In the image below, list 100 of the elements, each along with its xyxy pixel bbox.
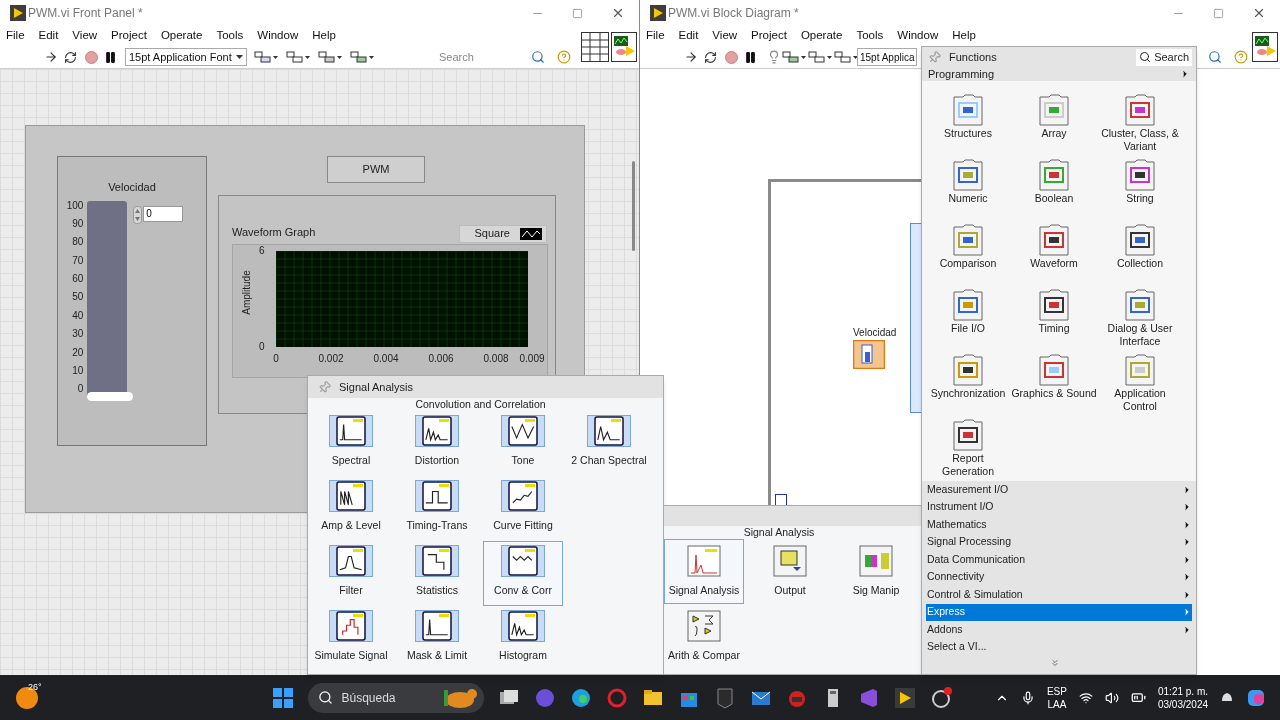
menu-item[interactable]: Help bbox=[312, 27, 336, 45]
language-indicator[interactable]: ESP LAA bbox=[1046, 684, 1067, 711]
assistant-icon[interactable] bbox=[1246, 687, 1266, 708]
slider-thumb[interactable] bbox=[87, 391, 134, 401]
abort-icon[interactable] bbox=[725, 50, 738, 64]
category-row[interactable]: Programming bbox=[922, 67, 1196, 81]
microphone-icon[interactable] bbox=[1020, 690, 1035, 705]
align-icon[interactable] bbox=[253, 50, 279, 64]
palette-item[interactable]: Timing bbox=[1011, 288, 1097, 353]
probe-icon[interactable] bbox=[781, 50, 807, 64]
pause-icon[interactable] bbox=[104, 50, 117, 64]
palette-item[interactable]: Tone bbox=[483, 411, 563, 476]
taskbar-search-field[interactable]: Búsqueda bbox=[308, 682, 485, 713]
palette-item[interactable]: Comparison bbox=[925, 223, 1011, 288]
palette-item[interactable]: Report Generation bbox=[925, 418, 1011, 483]
palette-item[interactable]: Statistics bbox=[397, 541, 477, 606]
menu-item[interactable]: Project bbox=[111, 27, 147, 45]
distribute-icon[interactable] bbox=[285, 50, 311, 64]
palette-item[interactable]: Amp & Level bbox=[311, 476, 391, 541]
menu-item[interactable]: Tools bbox=[856, 27, 884, 45]
clock[interactable]: 01:21 p. m. 03/03/2024 bbox=[1157, 684, 1208, 711]
connector-pane-icon[interactable] bbox=[581, 32, 609, 62]
search-field[interactable]: Search bbox=[433, 48, 525, 66]
run-continuously-icon[interactable] bbox=[704, 50, 717, 64]
search-icon[interactable] bbox=[531, 50, 545, 64]
numeric-display[interactable]: 0 bbox=[143, 205, 184, 222]
menu-item[interactable]: File bbox=[6, 27, 25, 45]
palette-item[interactable]: Graphics & Sound bbox=[1011, 353, 1097, 418]
menu-item[interactable]: Edit bbox=[678, 27, 699, 45]
palette-item[interactable]: Application Control bbox=[1097, 353, 1183, 418]
start-icon[interactable] bbox=[272, 686, 295, 709]
palette-item[interactable]: Arith & Compar bbox=[664, 604, 744, 669]
category-row[interactable]: Data Communication bbox=[926, 551, 1192, 569]
vi-icon[interactable] bbox=[611, 32, 637, 62]
close-icon[interactable] bbox=[611, 6, 625, 20]
battery-icon[interactable] bbox=[1130, 690, 1146, 705]
step-over-icon[interactable] bbox=[833, 50, 859, 64]
palette-item[interactable]: File I/O bbox=[925, 288, 1011, 353]
palette-item[interactable]: Numeric bbox=[925, 158, 1011, 223]
menu-item[interactable]: View bbox=[712, 27, 738, 45]
category-row[interactable]: Connectivity bbox=[926, 568, 1192, 586]
play-icon[interactable] bbox=[894, 686, 917, 709]
category-row[interactable]: Control & Simulation bbox=[926, 586, 1192, 604]
category-row[interactable]: Mathematics bbox=[926, 516, 1192, 534]
category-row[interactable]: Instrument I/O bbox=[926, 498, 1192, 516]
volume-icon[interactable] bbox=[1104, 690, 1119, 705]
resize-icon[interactable] bbox=[317, 50, 343, 64]
vi-icon[interactable] bbox=[1252, 32, 1278, 62]
menu-item[interactable]: Window bbox=[897, 27, 939, 45]
font-select[interactable]: 15pt Application Font bbox=[125, 48, 247, 66]
category-row[interactable]: Select a VI... bbox=[926, 638, 1192, 656]
weather-icon[interactable] bbox=[14, 684, 40, 711]
menu-item[interactable]: Help bbox=[952, 27, 976, 45]
palette-item[interactable]: Signal Analysis bbox=[664, 539, 744, 604]
reorder-icon[interactable] bbox=[349, 50, 375, 64]
globe-icon[interactable] bbox=[570, 686, 593, 709]
run-icon[interactable] bbox=[684, 50, 698, 64]
wifi-icon[interactable] bbox=[1078, 690, 1093, 705]
menu-item[interactable]: Operate bbox=[800, 27, 843, 45]
category-row[interactable]: Signal Processing bbox=[926, 533, 1192, 551]
increment-decrement-icon[interactable] bbox=[133, 205, 143, 224]
run-icon[interactable] bbox=[44, 50, 58, 64]
scrollbar[interactable] bbox=[632, 161, 635, 251]
menu-item[interactable]: Window bbox=[257, 27, 299, 45]
palette-item[interactable]: Histogram bbox=[483, 606, 563, 671]
palette-item[interactable]: String bbox=[1097, 158, 1183, 223]
search-button[interactable]: Search bbox=[1136, 48, 1192, 66]
palette-item[interactable]: Output bbox=[750, 539, 830, 604]
chat-icon[interactable] bbox=[534, 686, 557, 709]
step-into-icon[interactable] bbox=[807, 50, 833, 64]
category-row[interactable]: Measurement I/O bbox=[926, 481, 1192, 499]
palette-item[interactable]: Distortion bbox=[397, 411, 477, 476]
category-row[interactable]: Addons bbox=[926, 621, 1192, 639]
palette-item[interactable]: 2 Chan Spectral bbox=[569, 411, 649, 476]
palette-item[interactable]: Curve Fitting bbox=[483, 476, 563, 541]
lightbulb-icon[interactable] bbox=[767, 50, 781, 64]
palette-item[interactable]: Simulate Signal bbox=[311, 606, 391, 671]
pause-icon[interactable] bbox=[744, 50, 757, 64]
category-row[interactable]: Express bbox=[926, 603, 1192, 621]
palette-item[interactable]: Boolean bbox=[1011, 158, 1097, 223]
menu-item[interactable]: Tools bbox=[216, 27, 244, 45]
menu-item[interactable]: Project bbox=[751, 27, 787, 45]
palette-item[interactable]: Filter bbox=[311, 541, 391, 606]
abort-icon[interactable] bbox=[85, 50, 98, 64]
font-select[interactable]: 15pt Applica bbox=[857, 48, 917, 66]
palette-item[interactable]: Structures bbox=[925, 93, 1011, 158]
palette-item[interactable]: Conv & Corr bbox=[483, 541, 563, 606]
palette-item[interactable]: Waveform bbox=[1011, 223, 1097, 288]
palette-item[interactable]: Mask & Limit bbox=[397, 606, 477, 671]
menu-item[interactable]: File bbox=[646, 27, 665, 45]
ring-icon[interactable] bbox=[606, 686, 629, 709]
close-icon[interactable] bbox=[1252, 6, 1266, 20]
search-icon[interactable] bbox=[1208, 50, 1222, 64]
palette-item[interactable]: Sig Manip bbox=[836, 539, 916, 604]
palette-item[interactable]: Array bbox=[1011, 93, 1097, 158]
palette-item[interactable]: Timing-Trans bbox=[397, 476, 477, 541]
menu-item[interactable]: Edit bbox=[38, 27, 59, 45]
palette-item[interactable]: Spectral bbox=[311, 411, 391, 476]
plot-legend[interactable]: Square bbox=[459, 224, 547, 243]
palette-item[interactable]: Dialog & User Interface bbox=[1097, 288, 1183, 353]
